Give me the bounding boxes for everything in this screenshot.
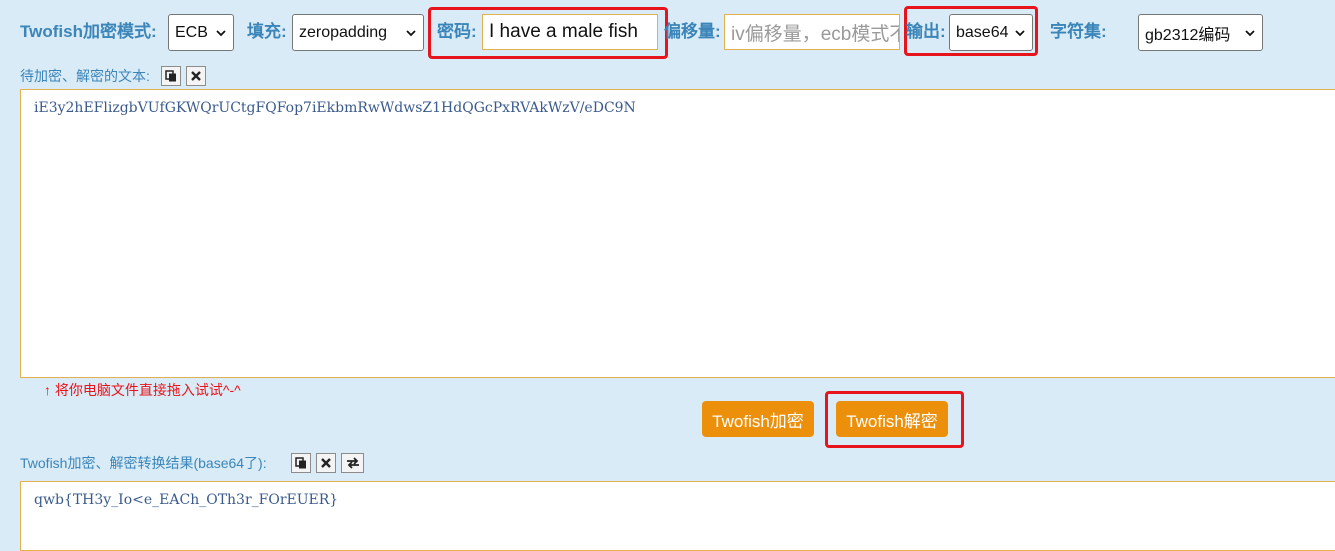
output-select[interactable]: base64 <box>949 14 1033 51</box>
close-icon <box>191 71 201 81</box>
chevron-down-icon <box>1245 29 1255 36</box>
result-label: Twofish加密、解密转换结果(base64了): <box>20 455 267 471</box>
decrypt-button[interactable]: Twofish解密 <box>836 401 948 437</box>
padding-select[interactable]: zeropadding <box>292 14 424 51</box>
output-label: 输出: <box>906 22 946 41</box>
copy-icon <box>295 457 306 469</box>
padding-value: zeropadding <box>299 23 388 41</box>
mode-select[interactable]: ECB <box>168 14 234 51</box>
chevron-down-icon <box>1015 29 1025 36</box>
iv-input[interactable]: iv偏移量，ecb模式不用填写 <box>724 14 900 50</box>
iv-label: 偏移量: <box>664 22 721 41</box>
result-textarea[interactable]: qwb{TH3y_Io<e_EACh_OTh3r_FOrEUER} <box>20 481 1335 551</box>
key-input[interactable]: I have a male fish <box>482 14 658 50</box>
clear-result-button[interactable] <box>316 453 336 473</box>
mode-value: ECB <box>175 23 208 41</box>
swap-button[interactable] <box>341 453 364 473</box>
copy-icon <box>165 70 176 82</box>
chevron-down-icon <box>406 29 416 36</box>
padding-label: 填充: <box>247 22 287 41</box>
swap-arrows-icon <box>346 457 359 469</box>
copy-input-button[interactable] <box>161 66 181 86</box>
charset-select[interactable]: gb2312编码 <box>1138 14 1263 51</box>
chevron-down-icon <box>216 29 226 36</box>
close-icon <box>321 458 331 468</box>
charset-value: gb2312编码 <box>1145 26 1231 44</box>
mode-label: Twofish加密模式: <box>20 22 157 41</box>
key-label: 密码: <box>437 22 477 41</box>
charset-label: 字符集: <box>1050 22 1107 41</box>
drag-drop-hint: ↑ 将你电脑文件直接拖入试试^-^ <box>44 382 241 398</box>
clear-input-button[interactable] <box>186 66 206 86</box>
copy-result-button[interactable] <box>291 453 311 473</box>
input-text-label: 待加密、解密的文本: <box>20 68 150 84</box>
input-textarea[interactable]: iE3y2hEFlizgbVUfGKWQrUCtgFQFop7iEkbmRwWd… <box>20 89 1335 378</box>
output-value: base64 <box>956 23 1009 41</box>
encrypt-button[interactable]: Twofish加密 <box>702 401 814 437</box>
